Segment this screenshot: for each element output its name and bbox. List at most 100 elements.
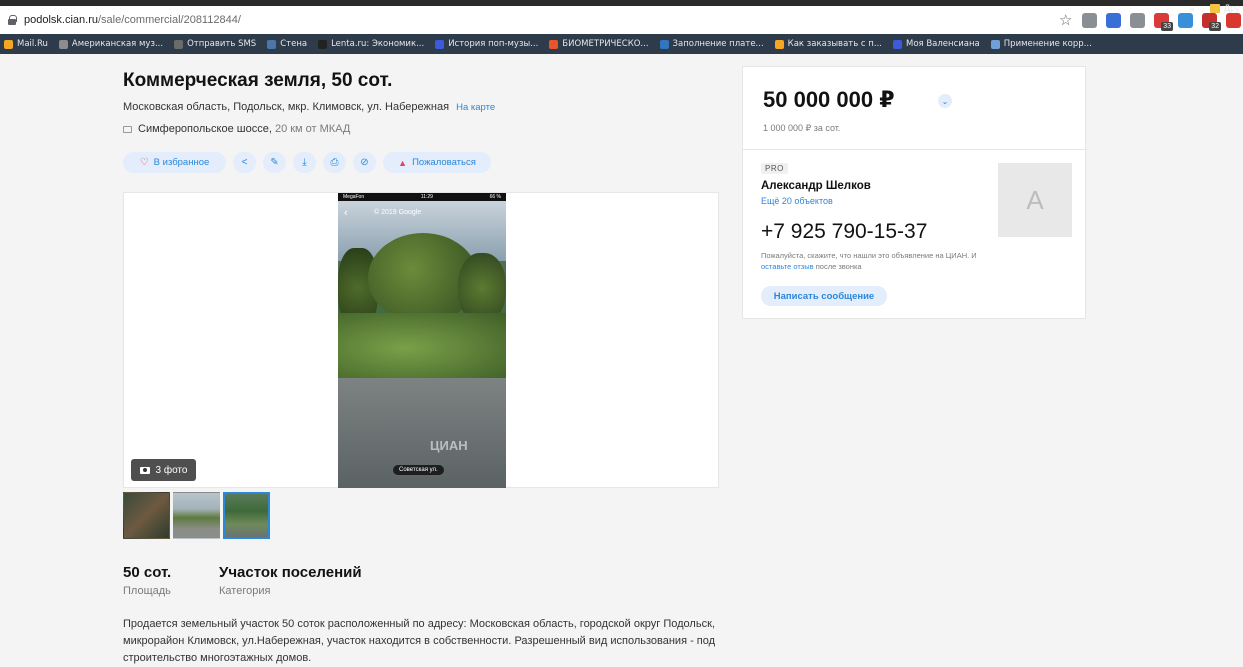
highway-icon xyxy=(123,125,132,133)
bookmark-item[interactable]: Стена xyxy=(267,39,307,49)
photo-count-badge[interactable]: 3 фото xyxy=(131,459,196,481)
thumbnail-3-selected[interactable] xyxy=(223,492,270,539)
write-message-button[interactable]: Написать сообщение xyxy=(761,286,887,306)
fact-value: 50 сот. xyxy=(123,564,172,581)
phone-carrier: MegaFon xyxy=(343,194,365,200)
warning-icon: ▲ xyxy=(398,157,408,168)
bookmark-item[interactable]: Mail.Ru xyxy=(4,39,48,49)
edit-button[interactable]: ✎ xyxy=(263,152,286,173)
bookmark-favicon-icon xyxy=(659,39,669,49)
thumbnail-strip xyxy=(123,492,270,539)
bookmark-item[interactable]: Заполнение плате... xyxy=(659,39,764,49)
bookmarks-folder-label: Дру xyxy=(1224,3,1240,13)
price-dropdown-button[interactable]: ⌄ xyxy=(938,94,952,108)
bookmark-label: Как заказывать с п... xyxy=(787,39,882,49)
review-link[interactable]: оставьте отзыв xyxy=(761,262,814,271)
listing-actions: ♡ В избранное < ✎ ⤓ ⎙ ⊘ ▲ Пожаловаться xyxy=(123,152,491,173)
share-icon: < xyxy=(241,157,248,168)
pencil-icon: ✎ xyxy=(270,157,279,168)
bookmark-label: Моя Валенсиана xyxy=(905,39,980,49)
agent-objects-link[interactable]: Ещё 20 объектов xyxy=(761,196,833,206)
address-bar[interactable]: podolsk.cian.ru/sale/commercial/20811284… xyxy=(0,6,1243,34)
note-text-end: после звонка xyxy=(815,262,862,271)
bookmark-favicon-icon xyxy=(990,39,1000,49)
extension-badge: 33 xyxy=(1161,21,1173,31)
main-photo[interactable]: MegaFon 11:29 66 % ‹ © 2019 Google ЦИАН … xyxy=(338,193,506,488)
bookmark-label: История поп-музы... xyxy=(448,39,539,49)
bookmarks-bar: Mail.Ru Американская муз... Отправить SMS С… xyxy=(0,34,1243,54)
bookmark-label: Американская муз... xyxy=(71,39,164,49)
extension-badge: 32 xyxy=(1209,21,1221,31)
bookmark-item[interactable]: Как заказывать с п... xyxy=(774,39,882,49)
ext-1-icon[interactable] xyxy=(1082,12,1097,28)
thumbnail-2[interactable] xyxy=(173,492,220,539)
fact-value: Участок поселений xyxy=(219,564,362,581)
fact-label: Площадь xyxy=(123,585,171,597)
bookmark-item[interactable]: Моя Валенсиана xyxy=(892,39,980,49)
street-label: Советская ул. xyxy=(393,465,444,475)
bookmark-favicon-icon xyxy=(318,39,328,49)
bookmark-label: Стена xyxy=(280,39,308,49)
complain-button[interactable]: ▲ Пожаловаться xyxy=(383,152,491,173)
bookmark-label: БИОМЕТРИЧЕСКО... xyxy=(562,39,649,49)
ext-4-icon[interactable]: 33 xyxy=(1154,12,1173,31)
ext-3-icon[interactable] xyxy=(1130,12,1145,28)
pro-badge: PRO xyxy=(761,163,788,174)
photo-count-label: 3 фото xyxy=(155,464,188,476)
bookmark-favicon-icon xyxy=(435,39,445,49)
bookmark-item[interactable]: БИОМЕТРИЧЕСКО... xyxy=(549,39,649,49)
bookmark-item[interactable]: Применение корр... xyxy=(990,39,1092,49)
bookmark-favicon-icon xyxy=(549,39,559,49)
thumbnail-1[interactable] xyxy=(123,492,170,539)
download-icon: ⤓ xyxy=(302,157,307,168)
note-text: Пожалуйста, скажите, что нашли это объяв… xyxy=(761,251,977,260)
agent-name[interactable]: Александр Шелков xyxy=(761,180,871,192)
phone-time: 11:29 xyxy=(420,194,433,200)
bookmark-label: Mail.Ru xyxy=(17,39,48,49)
map-link[interactable]: На карте xyxy=(456,102,495,113)
share-button[interactable]: < xyxy=(233,152,256,173)
page-content: Коммерческая земля, 50 сот. Московская о… xyxy=(0,54,1243,664)
bookmark-favicon-icon xyxy=(774,39,784,49)
bookmark-item[interactable]: Американская муз... xyxy=(58,39,164,49)
bookmark-item[interactable]: Lenta.ru: Экономик... xyxy=(318,39,424,49)
hide-icon: ⊘ xyxy=(360,157,369,168)
ext-6-icon[interactable]: 32 xyxy=(1202,12,1221,31)
printer-icon: ⎙ xyxy=(330,157,339,168)
highway-distance: 20 км от МКАД xyxy=(274,123,351,135)
print-button[interactable]: ⎙ xyxy=(323,152,346,173)
listing-address: Московская область, Подольск, мкр. Климо… xyxy=(123,101,495,113)
bookmark-item[interactable]: История поп-музы... xyxy=(435,39,538,49)
favorite-label: В избранное xyxy=(153,157,210,168)
camera-icon xyxy=(139,466,150,474)
ext-7-icon[interactable] xyxy=(1226,12,1241,28)
bookmark-label: Отправить SMS xyxy=(187,39,257,49)
bookmark-favicon-icon xyxy=(892,39,902,49)
chevron-down-icon: ⌄ xyxy=(941,96,949,106)
photo-copyright: © 2019 Google xyxy=(374,209,422,216)
bookmark-favicon-icon xyxy=(174,39,184,49)
bookmarks-folder[interactable]: Дру xyxy=(1210,3,1240,13)
hide-button[interactable]: ⊘ xyxy=(353,152,376,173)
favorite-button[interactable]: ♡ В избранное xyxy=(123,152,226,173)
bookmark-label: Lenta.ru: Экономик... xyxy=(331,39,425,49)
download-button[interactable]: ⤓ xyxy=(293,152,316,173)
back-arrow-icon: ‹ xyxy=(344,207,348,219)
heart-icon: ♡ xyxy=(139,157,149,168)
ext-2-icon[interactable] xyxy=(1106,12,1121,28)
url-text[interactable]: podolsk.cian.ru/sale/commercial/20811284… xyxy=(24,14,241,26)
bookmark-star-icon[interactable]: ☆ xyxy=(1059,11,1072,29)
bookmark-label: Заполнение плате... xyxy=(672,39,764,49)
complain-label: Пожаловаться xyxy=(412,157,476,168)
fact-area: 50 сот. Площадь xyxy=(123,564,171,597)
agent-phone[interactable]: +7 925 790-15-37 xyxy=(761,220,927,244)
bookmarks-more-button[interactable]: » xyxy=(1189,4,1195,15)
address-text: Московская область, Подольск, мкр. Климо… xyxy=(123,101,450,113)
price-card: 50 000 000 ₽ ⌄ 1 000 000 ₽ за сот. PRO А… xyxy=(742,66,1087,319)
bookmark-item[interactable]: Отправить SMS xyxy=(174,39,256,49)
listing-description: Продается земельный участок 50 соток рас… xyxy=(123,618,716,664)
photo-gallery[interactable]: MegaFon 11:29 66 % ‹ © 2019 Google ЦИАН … xyxy=(123,192,719,488)
phone-status-bar: MegaFon 11:29 66 % xyxy=(338,193,506,201)
listing-title: Коммерческая земля, 50 сот. xyxy=(123,70,393,91)
photo-grass xyxy=(338,313,506,383)
